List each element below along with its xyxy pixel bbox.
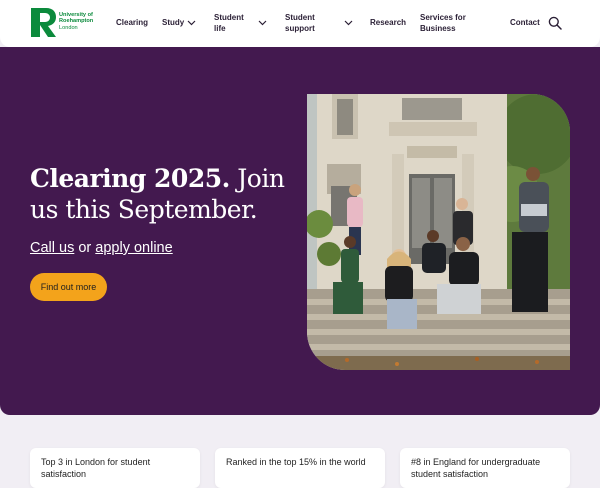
- logo-line-2: Roehampton: [59, 18, 94, 25]
- stat-card-text: Top 3 in London for student satisfaction: [41, 457, 151, 479]
- stat-card-text: Ranked in the top 15% in the world: [226, 457, 366, 467]
- nav-label: Clearing: [116, 18, 149, 27]
- nav-label: Contact: [510, 18, 540, 27]
- nav-research[interactable]: Research: [370, 17, 406, 28]
- nav-study[interactable]: Study: [162, 17, 184, 28]
- chevron-down-icon[interactable]: [187, 20, 196, 26]
- nav-label: Services for Business: [420, 13, 466, 33]
- chevron-down-icon[interactable]: [258, 20, 267, 26]
- search-icon[interactable]: [548, 16, 562, 30]
- nav-label: Student life: [214, 13, 244, 33]
- logo-wordmark: University of Roehampton London: [59, 12, 93, 31]
- nav-student-support[interactable]: Student support: [285, 12, 329, 34]
- students-on-steps-image: [307, 94, 570, 370]
- call-us-link[interactable]: Call us: [30, 240, 74, 256]
- hero-links: Call us or apply online: [30, 240, 173, 256]
- stat-card: #8 in England for undergraduate student …: [400, 448, 570, 488]
- stat-card-text: #8 in England for undergraduate student …: [411, 457, 541, 479]
- nav-label: Student support: [285, 13, 315, 33]
- site-header: University of Roehampton London Clearing…: [0, 0, 600, 47]
- chevron-down-icon[interactable]: [344, 20, 353, 26]
- find-out-more-button[interactable]: Find out more: [30, 273, 107, 301]
- nav-services-for-business[interactable]: Services for Business: [420, 12, 478, 34]
- hero-heading-strong: Clearing 2025.: [30, 164, 230, 193]
- nav-label: Research: [370, 18, 407, 27]
- nav-contact[interactable]: Contact: [510, 17, 540, 28]
- nav-clearing[interactable]: Clearing: [116, 17, 148, 28]
- nav-label: Study: [162, 18, 185, 27]
- university-logo[interactable]: University of Roehampton London: [29, 7, 101, 39]
- roehampton-r-logo-icon: [31, 8, 56, 37]
- stat-card: Top 3 in London for student satisfaction: [30, 448, 200, 488]
- hero-heading: Clearing 2025. Join us this September.: [30, 163, 300, 225]
- logo-line-3: London: [59, 24, 78, 31]
- stat-card: Ranked in the top 15% in the world: [215, 448, 385, 488]
- apply-online-link[interactable]: apply online: [95, 240, 172, 256]
- hero-photo: [307, 94, 570, 370]
- nav-student-life[interactable]: Student life: [214, 12, 252, 34]
- hero-links-or: or: [78, 240, 92, 256]
